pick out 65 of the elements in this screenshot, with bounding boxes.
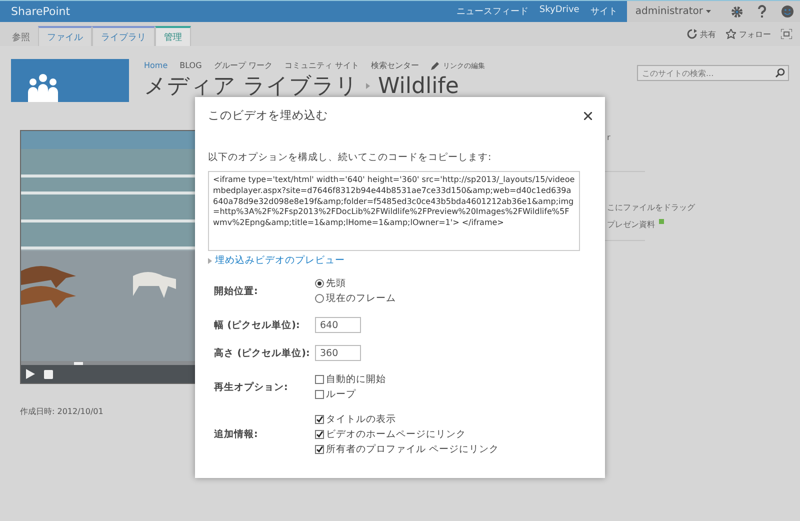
number-field[interactable]: 360 [315,345,361,361]
checkbox-option[interactable]: タイトルの表示 [315,413,592,426]
ribbon-tab[interactable]: ライブラリ [92,26,155,46]
focus-icon[interactable] [781,29,792,39]
radio-option[interactable]: 現在のフレーム [315,292,592,305]
progress-thumb[interactable] [74,362,83,365]
radio-option[interactable]: 先頭 [315,277,592,290]
checkbox-option[interactable]: 自動的に開始 [315,373,592,386]
field-label: 幅 (ピクセル単位): [214,318,301,332]
checkbox-icon[interactable] [315,390,324,399]
panel-text: r [607,133,610,142]
play-icon[interactable] [26,369,35,379]
embed-code-field[interactable]: <iframe type='text/html' width='640' height='360' src='http://sp2013/_layouts/15/videoembedplayer.aspx?site=d7646f8312b94e44b8531ae7ce33d150&amp;web=d40c1ed639a640a78d9e32d098e8e19f&amp;folder=f5485ed3c0ce43b5bda4601212ab36e1&amp;img=http%3A%2F%2Fsp2013%2FDocLib%2FWildlife%2FPreview%20Images%2FWildlife%5Fwmv%2Epng&amp;title=1&amp;lHome=1&amp;lOwner=1'> </iframe> [208,171,580,251]
checkbox-checked-icon[interactable] [315,430,324,439]
dialog-title: このビデオを埋め込む [208,108,328,123]
top-link[interactable]: サイト [590,5,618,18]
settings-icon[interactable] [731,6,743,18]
page-title: Wildlife [378,74,459,98]
nav-link[interactable]: BLOG [180,61,202,70]
nav-link[interactable]: Home [144,61,168,70]
search-icon[interactable] [775,68,785,78]
site-logo-icon[interactable] [11,59,129,102]
checkbox-icon[interactable] [315,375,324,384]
nav-link[interactable]: グループ ワーク [214,60,272,71]
field-label: 追加情報: [214,428,259,441]
page-title: メディア ライブラリ [144,73,358,101]
document-link[interactable]: プレゼン資料 [607,219,655,230]
user-menu[interactable]: administrator [635,6,703,17]
nav-link[interactable]: コミュニティ サイト [284,60,359,71]
stop-icon[interactable] [44,370,53,378]
caret-icon[interactable] [706,10,711,13]
radio-icon[interactable] [315,294,324,303]
ribbon-action[interactable]: 共有 [687,28,716,40]
dialog-instructions: 以下のオプションを構成し、続いてこのコードをコピーします: [208,151,492,164]
checkbox-checked-icon[interactable] [315,415,324,424]
close-icon[interactable] [584,112,592,120]
search-field[interactable]: このサイトの検索... [637,65,789,81]
field-label: 高さ (ピクセル単位): [214,346,311,360]
expand-arrow-icon [208,258,212,264]
checkbox-option[interactable]: ループ [315,388,592,401]
field-label: 開始位置: [214,284,259,298]
new-icon [659,219,664,224]
radio-selected-icon[interactable] [315,279,324,288]
top-link[interactable]: SkyDrive [539,5,580,18]
nav-link[interactable]: 検索センター [370,60,419,71]
help-icon[interactable] [757,5,767,18]
created-date: 作成日時: 2012/10/01 [20,406,104,417]
checkbox-option[interactable]: ビデオのホームページにリンク [315,428,592,441]
checkbox-option[interactable]: 所有者のプロファイル ページにリンク [315,443,592,456]
pencil-icon [430,61,440,70]
top-link[interactable]: ニュースフィード [456,5,528,18]
ribbon-tab[interactable]: 管理 [155,26,191,46]
ribbon-tab[interactable]: 参照 [4,26,38,46]
star-icon [726,29,736,39]
share-icon [687,29,697,39]
preview-link[interactable]: 埋め込みビデオのプレビュー [208,254,592,267]
breadcrumb-arrow-icon [366,83,370,89]
brand-name[interactable]: SharePoint [0,5,456,18]
panel-text[interactable]: こにファイルをドラッグ [607,202,695,213]
smiley-icon[interactable] [781,5,794,18]
checkbox-checked-icon[interactable] [315,445,324,454]
field-label: 再生オプション: [214,380,289,394]
number-field[interactable]: 640 [315,317,361,333]
ribbon-action[interactable]: フォロー [726,28,771,40]
ribbon-tab[interactable]: ファイル [38,26,92,46]
